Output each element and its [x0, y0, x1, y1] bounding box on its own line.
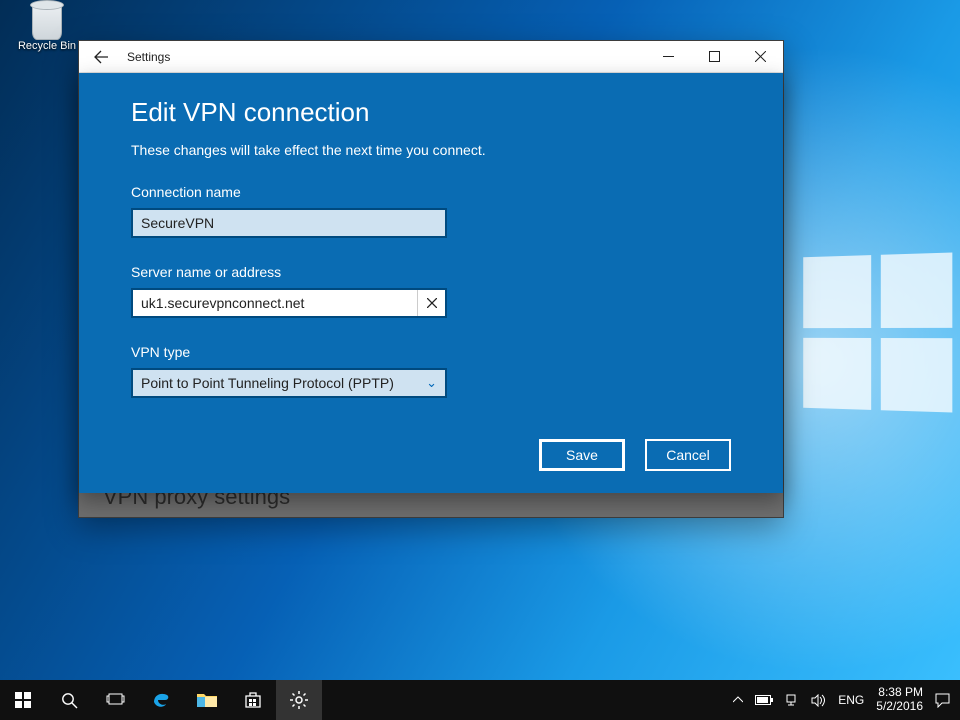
tray-time: 8:38 PM	[876, 686, 923, 700]
wallpaper-windows-logo	[803, 253, 952, 413]
notification-icon	[935, 693, 950, 708]
vpn-type-value: Point to Point Tunneling Protocol (PPTP)	[141, 375, 394, 391]
modal-subtext: These changes will take effect the next …	[131, 142, 731, 158]
close-icon	[755, 51, 766, 62]
server-address-input[interactable]	[141, 295, 417, 311]
taskbar: ENG 8:38 PM 5/2/2016	[0, 680, 960, 720]
folder-icon	[197, 692, 217, 708]
minimize-button[interactable]	[645, 41, 691, 73]
network-icon	[785, 693, 799, 707]
modal-heading: Edit VPN connection	[131, 97, 731, 128]
clear-input-button[interactable]	[417, 290, 445, 316]
start-button[interactable]	[0, 680, 46, 720]
recycle-bin-label: Recycle Bin	[18, 40, 76, 52]
taskbar-file-explorer[interactable]	[184, 680, 230, 720]
search-icon	[61, 692, 78, 709]
chevron-up-icon	[733, 695, 743, 705]
settings-window: Settings VPN proxy settings Edit VPN con…	[78, 40, 784, 518]
battery-icon	[755, 695, 773, 706]
back-button[interactable]	[79, 41, 123, 73]
taskbar-settings[interactable]	[276, 680, 322, 720]
vpn-type-label: VPN type	[131, 344, 731, 360]
edit-vpn-panel: Edit VPN connection These changes will t…	[79, 73, 783, 493]
connection-name-input[interactable]	[131, 208, 447, 238]
task-view-button[interactable]	[92, 680, 138, 720]
arrow-left-icon	[93, 49, 109, 65]
desktop: Recycle Bin Settings	[0, 0, 960, 720]
search-button[interactable]	[46, 680, 92, 720]
volume-icon	[811, 694, 826, 707]
maximize-button[interactable]	[691, 41, 737, 73]
tray-action-center-icon[interactable]	[935, 693, 950, 708]
cancel-button[interactable]: Cancel	[645, 439, 731, 471]
task-view-icon	[106, 693, 125, 707]
tray-language[interactable]: ENG	[838, 693, 864, 707]
taskbar-edge[interactable]	[138, 680, 184, 720]
recycle-bin[interactable]: Recycle Bin	[12, 6, 82, 52]
window-title: Settings	[123, 50, 645, 64]
titlebar: Settings	[79, 41, 783, 73]
tray-show-hidden-icon[interactable]	[733, 695, 743, 705]
tray-clock[interactable]: 8:38 PM 5/2/2016	[876, 686, 923, 714]
server-address-label: Server name or address	[131, 264, 731, 280]
close-button[interactable]	[737, 41, 783, 73]
maximize-icon	[709, 51, 720, 62]
chevron-down-icon: ⌄	[426, 375, 437, 391]
tray-volume-icon[interactable]	[811, 694, 826, 707]
tray-battery-icon[interactable]	[755, 695, 773, 706]
taskbar-store[interactable]	[230, 680, 276, 720]
server-address-field[interactable]	[131, 288, 447, 318]
gear-icon	[290, 691, 308, 709]
tray-network-icon[interactable]	[785, 693, 799, 707]
recycle-bin-icon	[32, 6, 62, 40]
edge-icon	[151, 690, 171, 710]
minimize-icon	[663, 51, 674, 62]
x-icon	[427, 298, 437, 308]
vpn-type-select[interactable]: Point to Point Tunneling Protocol (PPTP)…	[131, 368, 447, 398]
windows-logo-icon	[15, 692, 31, 708]
save-button[interactable]: Save	[539, 439, 625, 471]
store-icon	[244, 691, 262, 709]
tray-date: 5/2/2016	[876, 700, 923, 714]
connection-name-label: Connection name	[131, 184, 731, 200]
